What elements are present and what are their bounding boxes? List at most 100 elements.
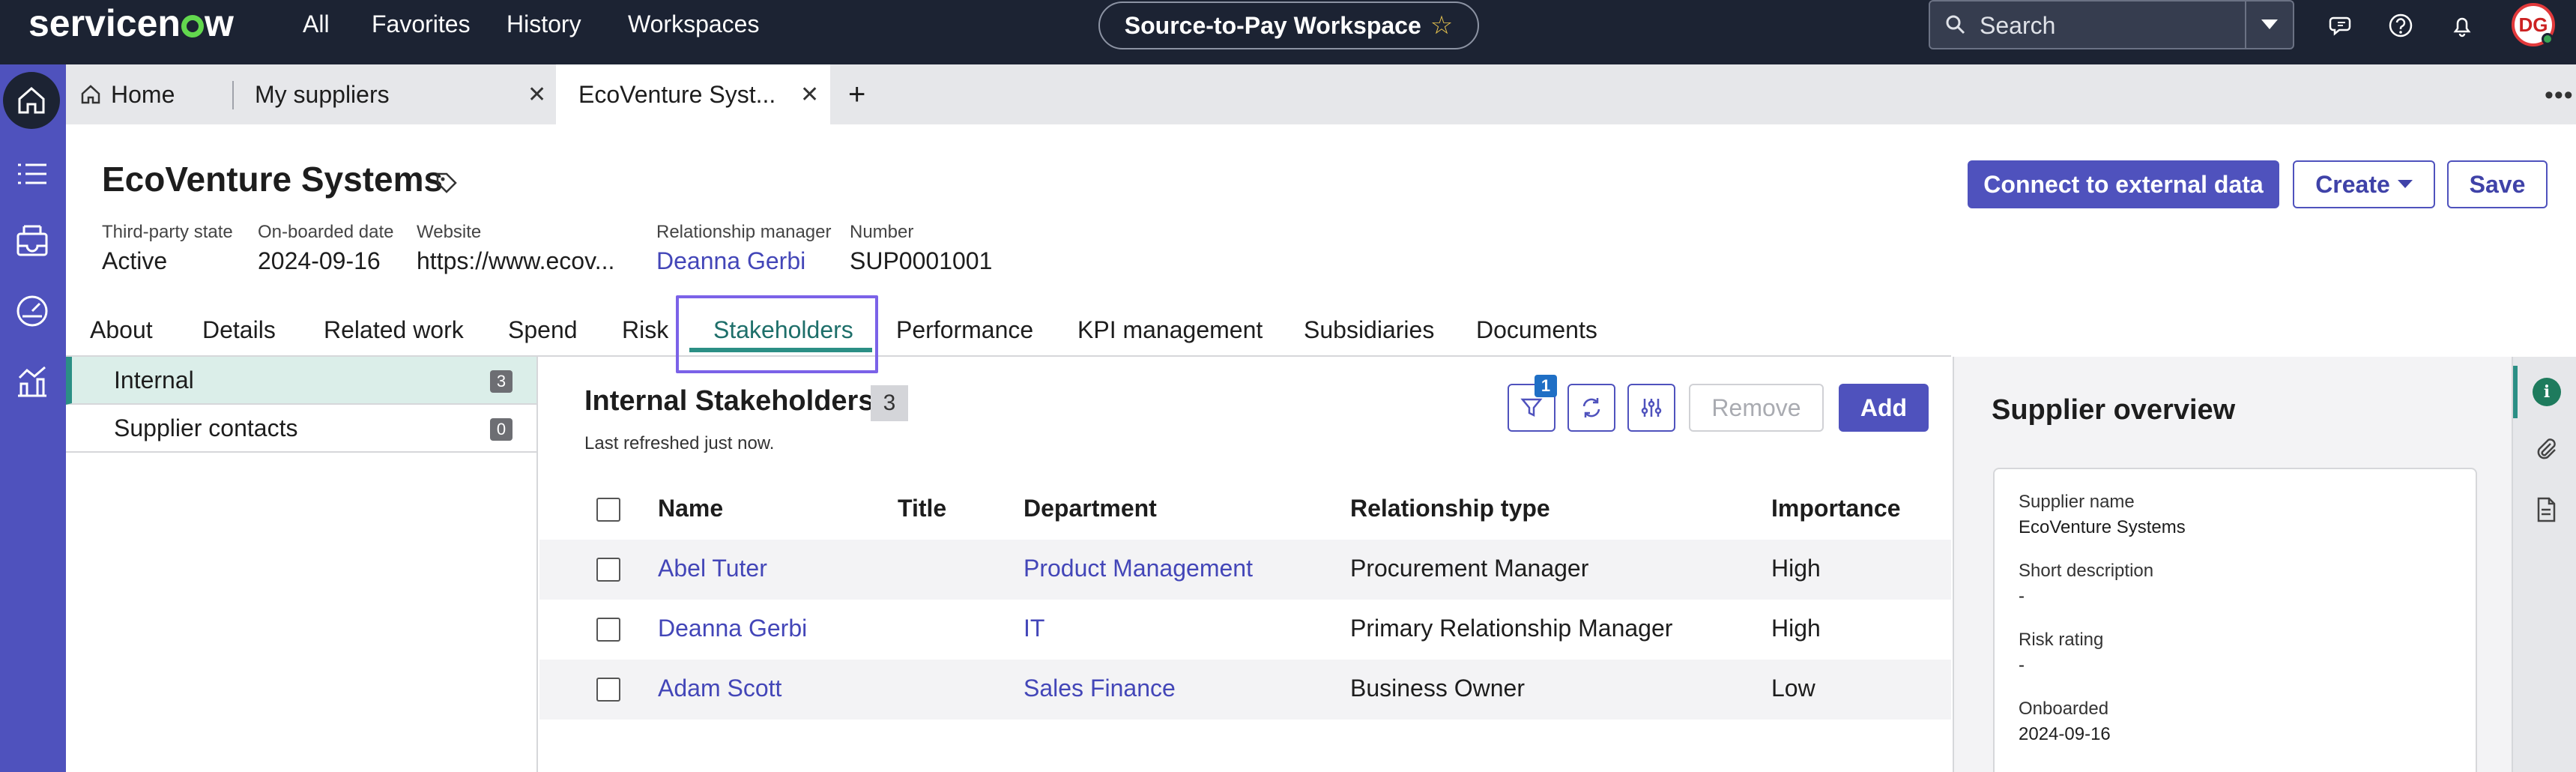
user-avatar[interactable]: DG xyxy=(2512,3,2555,46)
field-label: Number xyxy=(850,222,914,242)
select-all-checkbox[interactable] xyxy=(596,498,620,522)
third-party-state-value: Active xyxy=(102,247,168,274)
tab-spend[interactable]: Spend xyxy=(508,316,578,344)
bell-icon[interactable] xyxy=(2449,12,2476,39)
stakeholder-name-link[interactable]: Abel Tuter xyxy=(658,555,767,582)
count-badge: 0 xyxy=(490,418,513,441)
overview-label: Onboarded xyxy=(2019,699,2109,719)
list-item-label: Supplier contacts xyxy=(114,414,298,441)
save-button[interactable]: Save xyxy=(2447,160,2548,208)
tab-subsidiaries[interactable]: Subsidiaries xyxy=(1304,316,1434,344)
left-rail xyxy=(0,64,66,772)
new-tab-button[interactable]: + xyxy=(848,64,886,124)
refresh-button[interactable] xyxy=(1567,384,1615,432)
list-item-internal[interactable]: Internal 3 xyxy=(66,357,536,405)
column-header-name[interactable]: Name xyxy=(658,495,723,522)
nav-history[interactable]: History xyxy=(507,10,581,38)
close-icon[interactable]: ✕ xyxy=(800,82,819,108)
caret-down-icon xyxy=(2397,180,2413,188)
column-header-title[interactable]: Title xyxy=(898,495,946,522)
sliders-icon xyxy=(1641,399,1662,417)
column-header-importance[interactable]: Importance xyxy=(1771,495,1900,522)
importance: High xyxy=(1771,615,1821,642)
last-refreshed-text: Last refreshed just now. xyxy=(584,433,775,453)
info-icon[interactable]: i xyxy=(2533,378,2561,406)
home-icon xyxy=(18,87,45,114)
tab-label: My suppliers xyxy=(255,80,390,108)
help-icon[interactable] xyxy=(2387,12,2414,39)
add-button[interactable]: Add xyxy=(1839,384,1929,432)
search-icon xyxy=(1946,15,1965,34)
row-checkbox[interactable] xyxy=(596,618,620,642)
workspace-pill[interactable]: Source-to-Pay Workspace ☆ xyxy=(1098,1,1479,49)
tab-label: EcoVenture Syst... xyxy=(578,80,776,108)
top-navigation: servicen w All Favorites History Workspac… xyxy=(0,0,2576,64)
workspace-name: Source-to-Pay Workspace xyxy=(1124,11,1421,39)
tab-risk[interactable]: Risk xyxy=(622,316,668,344)
servicenow-logo[interactable]: servicen w xyxy=(28,1,234,45)
tag-icon[interactable] xyxy=(435,171,459,195)
inbox-icon[interactable] xyxy=(15,223,49,258)
nav-favorites[interactable]: Favorites xyxy=(372,10,471,38)
tab-my-suppliers[interactable]: My suppliers ✕ xyxy=(234,64,556,124)
section-count: 3 xyxy=(871,385,908,421)
column-settings-button[interactable] xyxy=(1627,384,1675,432)
nav-all[interactable]: All xyxy=(303,10,330,38)
department-link[interactable]: IT xyxy=(1024,615,1044,642)
column-header-relationship-type[interactable]: Relationship type xyxy=(1350,495,1550,522)
tab-details[interactable]: Details xyxy=(202,316,276,344)
rail-home-button[interactable] xyxy=(3,72,60,129)
more-options-icon[interactable]: ••• xyxy=(2545,81,2574,110)
search-placeholder[interactable]: Search xyxy=(1980,12,2055,40)
stakeholder-name-link[interactable]: Deanna Gerbi xyxy=(658,615,807,642)
global-search[interactable]: Search xyxy=(1929,0,2294,49)
table-row: Deanna Gerbi IT Primary Relationship Man… xyxy=(539,600,1951,660)
record-title: EcoVenture Systems xyxy=(102,160,444,199)
relationship-type: Procurement Manager xyxy=(1350,555,1589,582)
row-checkbox[interactable] xyxy=(596,678,620,702)
paperclip-icon[interactable] xyxy=(2533,436,2560,463)
list-item-supplier-contacts[interactable]: Supplier contacts 0 xyxy=(66,405,536,453)
count-badge: 3 xyxy=(490,370,513,393)
remove-button[interactable]: Remove xyxy=(1689,384,1824,432)
star-icon[interactable]: ☆ xyxy=(1430,10,1453,40)
list-icon[interactable] xyxy=(15,157,49,192)
relationship-type: Business Owner xyxy=(1350,675,1525,702)
tab-home-label: Home xyxy=(111,80,175,108)
row-checkbox[interactable] xyxy=(596,558,620,582)
workspace-tab-bar: Home My suppliers ✕ EcoVenture Syst... ✕… xyxy=(66,64,2576,124)
tab-home[interactable]: Home xyxy=(66,64,232,124)
active-indicator xyxy=(2513,366,2518,418)
chat-icon[interactable] xyxy=(2329,12,2356,39)
analytics-icon[interactable] xyxy=(15,364,49,399)
overview-value: - xyxy=(2019,586,2025,606)
relationship-manager-link[interactable]: Deanna Gerbi xyxy=(656,247,805,275)
overview-value: - xyxy=(2019,655,2025,675)
department-link[interactable]: Product Management xyxy=(1024,555,1253,582)
search-scope-dropdown[interactable] xyxy=(2245,1,2293,48)
close-icon[interactable]: ✕ xyxy=(527,82,546,108)
stakeholder-name-link[interactable]: Adam Scott xyxy=(658,675,781,702)
home-icon xyxy=(81,85,100,104)
field-label: Relationship manager xyxy=(656,222,832,242)
dashboard-icon[interactable] xyxy=(15,294,49,328)
create-button[interactable]: Create xyxy=(2293,160,2435,208)
field-label: Third-party state xyxy=(102,222,233,242)
table-row: Adam Scott Sales Finance Business Owner … xyxy=(539,660,1951,720)
tab-performance[interactable]: Performance xyxy=(896,316,1033,344)
tab-related-work[interactable]: Related work xyxy=(324,316,464,344)
importance: Low xyxy=(1771,675,1815,702)
overview-value: EcoVenture Systems xyxy=(2019,517,2186,537)
document-icon[interactable] xyxy=(2533,496,2560,523)
avatar-initials: DG xyxy=(2518,13,2548,36)
table-row: Abel Tuter Product Management Procuremen… xyxy=(539,540,1951,600)
section-title: Internal Stakeholders xyxy=(584,385,874,417)
tab-documents[interactable]: Documents xyxy=(1476,316,1597,344)
nav-workspaces[interactable]: Workspaces xyxy=(628,10,759,38)
tab-kpi-management[interactable]: KPI management xyxy=(1077,316,1263,344)
connect-external-data-button[interactable]: Connect to external data xyxy=(1968,160,2279,208)
tab-ecoventure[interactable]: EcoVenture Syst... ✕ xyxy=(556,64,830,124)
tab-about[interactable]: About xyxy=(90,316,153,344)
column-header-department[interactable]: Department xyxy=(1024,495,1157,522)
department-link[interactable]: Sales Finance xyxy=(1024,675,1176,702)
